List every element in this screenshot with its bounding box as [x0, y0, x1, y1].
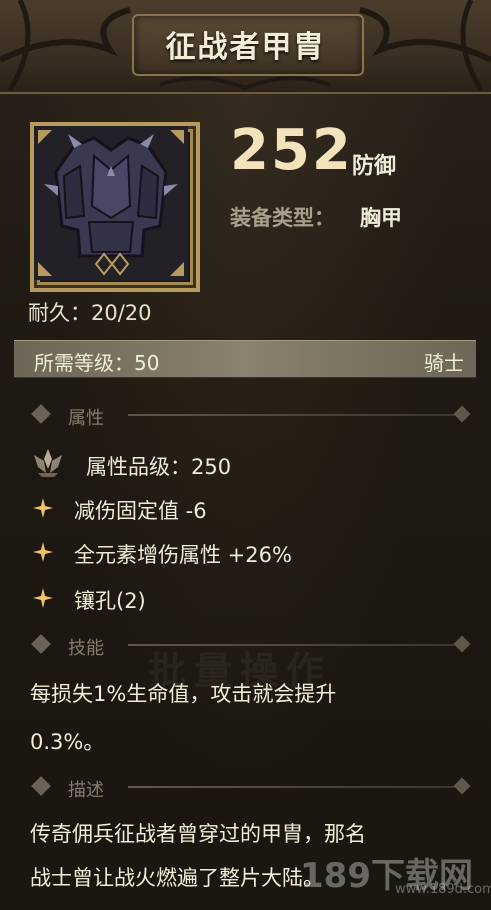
equipment-type-label: 装备类型：: [230, 206, 335, 230]
sparkle-icon: [33, 542, 53, 562]
sparkle-icon: [33, 588, 53, 608]
description-section-header: 描述: [28, 776, 478, 801]
class-requirement: 骑士: [424, 351, 464, 375]
armor-chestplate-icon: [30, 122, 200, 292]
attributes-section-title: 属性: [68, 408, 104, 429]
attribute-text: 镶孔(2): [74, 589, 146, 613]
attributes-section-header: 属性: [28, 404, 478, 429]
section-divider: [128, 414, 460, 416]
skill-description-line: 每损失1%生命值，攻击就会提升: [30, 682, 337, 706]
durability-text: 耐久：20/20: [28, 301, 152, 325]
section-diamond-icon: [31, 634, 51, 654]
attribute-quality-row: 属性品级：250: [30, 449, 470, 481]
title-banner: 征战者甲胄: [0, 0, 491, 94]
defense-value: 252: [230, 118, 353, 183]
attribute-row: 镶孔(2): [30, 585, 470, 615]
description-section-title: 描述: [68, 780, 104, 801]
attribute-quality-text: 属性品级：250: [86, 455, 232, 479]
skill-section-title: 技能: [68, 638, 104, 659]
item-title: 征战者甲胄: [165, 30, 326, 65]
section-diamond-icon: [453, 635, 471, 653]
required-level-bar: 所需等级：50 骑士: [14, 340, 476, 378]
watermark-url: www.189d.com: [395, 882, 491, 897]
equipment-type-value: 胸甲: [360, 206, 402, 230]
attribute-row: 全元素增伤属性 +26%: [30, 539, 470, 569]
sparkle-icon: [33, 498, 53, 518]
item-tooltip-panel: 征战者甲胄 252 防御 装备类型： 胸甲 耐久：20/20 所需等级：50 骑…: [0, 0, 491, 910]
section-diamond-icon: [453, 777, 471, 795]
section-diamond-icon: [453, 405, 471, 423]
attribute-row: 减伤固定值 -6: [30, 495, 470, 525]
required-level-text: 所需等级：50: [34, 351, 160, 375]
section-diamond-icon: [31, 776, 51, 796]
skill-description-line: 0.3%。: [30, 730, 105, 754]
defense-label: 防御: [352, 154, 397, 179]
attribute-text: 全元素增伤属性 +26%: [74, 543, 292, 567]
section-divider: [128, 786, 460, 788]
attribute-text: 减伤固定值 -6: [74, 499, 207, 523]
crest-icon: [34, 449, 62, 477]
section-diamond-icon: [31, 404, 51, 424]
